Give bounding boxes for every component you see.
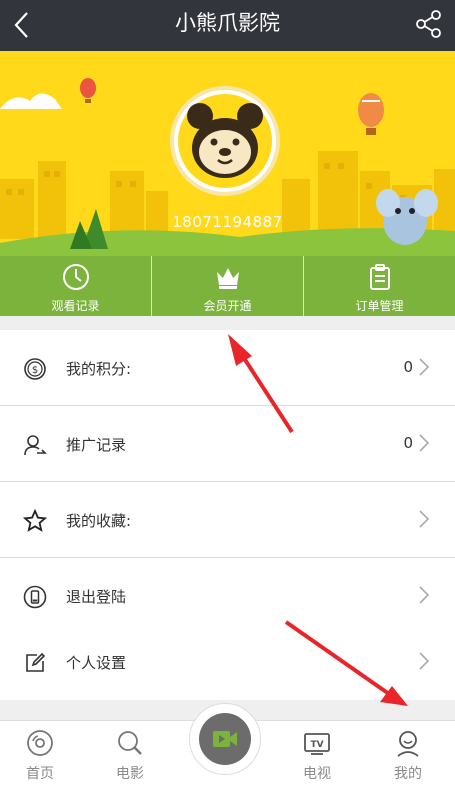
center-video-circle bbox=[199, 713, 251, 765]
watch-history-button[interactable]: 观看记录 bbox=[0, 256, 151, 316]
top-bar: 小熊爪影院 bbox=[0, 0, 455, 51]
profile-banner: 18071194887 bbox=[0, 51, 455, 256]
phone-icon bbox=[23, 585, 47, 609]
watch-history-label: 观看记录 bbox=[51, 299, 100, 313]
chevron-right-icon bbox=[419, 434, 430, 452]
crown-icon bbox=[216, 268, 239, 289]
share-icon[interactable] bbox=[415, 9, 443, 39]
home-disc-icon bbox=[27, 730, 53, 756]
order-management-label: 订单管理 bbox=[355, 299, 404, 313]
chevron-right-icon bbox=[419, 358, 430, 376]
points-value: 0 bbox=[403, 358, 413, 376]
tab-mine-label: 我的 bbox=[394, 766, 422, 782]
menu-item-logout[interactable]: 退出登陆 bbox=[0, 558, 455, 634]
order-management-button[interactable]: 订单管理 bbox=[303, 256, 455, 316]
edit-icon bbox=[26, 652, 46, 672]
favorites-label: 我的收藏: bbox=[66, 512, 132, 530]
promotion-label: 推广记录 bbox=[66, 436, 127, 454]
search-magnifier-icon bbox=[118, 731, 142, 755]
center-video-button[interactable] bbox=[189, 703, 261, 775]
menu-item-settings[interactable]: 个人设置 bbox=[0, 624, 455, 700]
video-camera-icon bbox=[213, 731, 237, 747]
menu-item-promotion[interactable]: 推广记录 0 bbox=[0, 406, 455, 482]
promotion-value: 0 bbox=[403, 434, 413, 452]
clipboard-icon bbox=[369, 264, 390, 290]
avatar[interactable] bbox=[170, 86, 280, 196]
logout-label: 退出登陆 bbox=[66, 588, 127, 606]
tab-home-label: 首页 bbox=[26, 766, 54, 782]
vip-membership-label: 会员开通 bbox=[203, 299, 252, 313]
tab-tv-label: 电视 bbox=[303, 766, 331, 782]
svg-text:$: $ bbox=[32, 365, 38, 376]
menu-group-main: $ 我的积分: 0 推广记录 0 我的收藏: 退出登陆 bbox=[0, 330, 455, 634]
tab-mine[interactable]: 我的 bbox=[368, 721, 448, 789]
tab-tv[interactable]: TV 电视 bbox=[277, 721, 357, 789]
menu-group-settings: 个人设置 bbox=[0, 624, 455, 700]
tab-home[interactable]: 首页 bbox=[0, 721, 80, 789]
tv-icon: TV bbox=[304, 733, 330, 755]
star-icon bbox=[23, 509, 47, 532]
dollar-coin-icon: $ bbox=[24, 358, 46, 380]
bear-avatar-icon bbox=[178, 94, 272, 188]
page-title: 小熊爪影院 bbox=[175, 11, 280, 35]
user-phone: 18071194887 bbox=[172, 213, 283, 231]
menu-item-favorites[interactable]: 我的收藏: bbox=[0, 482, 455, 558]
settings-label: 个人设置 bbox=[66, 654, 127, 672]
tab-movie[interactable]: 电影 bbox=[90, 721, 170, 789]
chevron-right-icon bbox=[419, 586, 430, 604]
points-label: 我的积分: bbox=[66, 360, 132, 378]
user-share-icon bbox=[24, 435, 47, 456]
svg-text:TV: TV bbox=[310, 740, 323, 750]
menu-item-points[interactable]: $ 我的积分: 0 bbox=[0, 330, 455, 406]
chevron-right-icon bbox=[419, 652, 430, 670]
user-face-icon bbox=[397, 731, 419, 757]
quick-actions-bar: 观看记录 会员开通 订单管理 bbox=[0, 256, 455, 316]
clock-icon bbox=[62, 264, 89, 290]
tab-movie-label: 电影 bbox=[116, 766, 144, 782]
chevron-right-icon bbox=[419, 510, 430, 528]
vip-membership-button[interactable]: 会员开通 bbox=[151, 256, 303, 316]
